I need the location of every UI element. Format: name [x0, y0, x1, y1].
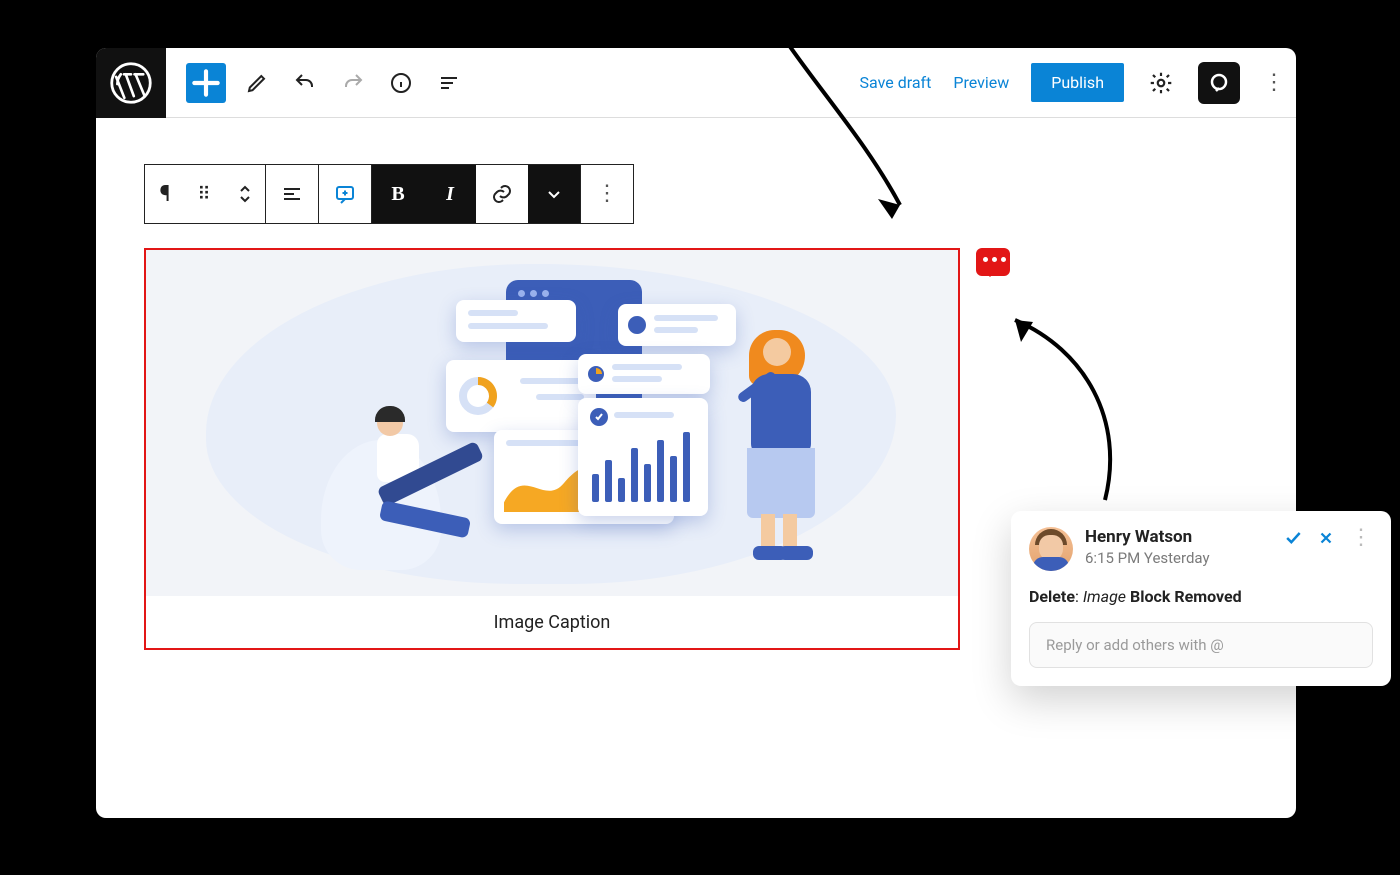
- comment-body: Delete: Image Block Removed: [1029, 587, 1373, 606]
- link-button[interactable]: [476, 165, 528, 223]
- comment-block-type: Image: [1083, 587, 1126, 606]
- comment-popup: Henry Watson 6:15 PM Yesterday ⋮ Delete:…: [1011, 511, 1391, 686]
- topbar-left-group: [186, 63, 466, 103]
- image-content: [146, 250, 958, 596]
- wordpress-logo[interactable]: [96, 48, 166, 118]
- image-caption[interactable]: Image Caption: [146, 596, 958, 648]
- link-icon: [490, 182, 514, 206]
- drag-handle[interactable]: ⠿: [185, 165, 225, 223]
- comment-more-button[interactable]: ⋮: [1349, 527, 1373, 549]
- chevron-updown-icon: [233, 182, 257, 206]
- plus-icon: [186, 63, 226, 103]
- block-toolbar: ¶ ⠿ B I: [144, 164, 634, 224]
- add-block-button[interactable]: [186, 63, 226, 103]
- redo-icon: [341, 71, 365, 95]
- bold-icon: B: [391, 183, 404, 206]
- preview-button[interactable]: Preview: [953, 73, 1009, 92]
- editor-topbar: Save draft Preview Publish ⋮: [96, 48, 1296, 118]
- comment-timestamp: 6:15 PM Yesterday: [1085, 549, 1210, 567]
- comment-indicator[interactable]: [976, 248, 1010, 276]
- pilcrow-icon: ¶: [160, 182, 171, 207]
- italic-button[interactable]: I: [424, 165, 476, 223]
- info-icon: [389, 71, 413, 95]
- comment-action: Delete: [1029, 587, 1075, 606]
- plugin-button[interactable]: [1198, 62, 1240, 104]
- add-comment-button[interactable]: [319, 165, 371, 223]
- editor-window: Save draft Preview Publish ⋮ ¶ ⠿: [96, 48, 1296, 818]
- move-updown-button[interactable]: [225, 165, 265, 223]
- settings-button[interactable]: [1146, 68, 1176, 98]
- topbar-right-group: Save draft Preview Publish ⋮: [860, 62, 1286, 104]
- close-icon[interactable]: [1317, 529, 1335, 547]
- undo-button[interactable]: [288, 66, 322, 100]
- list-view-button[interactable]: [432, 66, 466, 100]
- comment-author: Henry Watson: [1085, 527, 1210, 547]
- chevron-down-icon: [542, 182, 566, 206]
- gear-icon: [1148, 70, 1174, 96]
- comment-plus-icon: [333, 182, 357, 206]
- resolve-check-icon[interactable]: [1283, 528, 1303, 548]
- bold-button[interactable]: B: [372, 165, 424, 223]
- undo-icon: [293, 71, 317, 95]
- edit-tool-button[interactable]: [240, 66, 274, 100]
- drag-icon: ⠿: [197, 184, 212, 205]
- paragraph-block-button[interactable]: ¶: [145, 165, 185, 223]
- chat-bubble-icon: [1207, 71, 1231, 95]
- outline-icon: [437, 71, 461, 95]
- redo-button[interactable]: [336, 66, 370, 100]
- save-draft-button[interactable]: Save draft: [860, 73, 932, 92]
- reply-input[interactable]: Reply or add others with @: [1029, 622, 1373, 668]
- italic-icon: I: [446, 183, 454, 206]
- reply-placeholder: Reply or add others with @: [1046, 636, 1224, 654]
- comment-suffix: Block Removed: [1126, 587, 1242, 606]
- more-options-button[interactable]: ⋮: [1262, 72, 1286, 94]
- block-more-button[interactable]: ⋮: [581, 165, 633, 223]
- kebab-icon: ⋮: [595, 183, 619, 205]
- more-formatting-button[interactable]: [528, 165, 580, 223]
- avatar: [1029, 527, 1073, 571]
- document-info-button[interactable]: [384, 66, 418, 100]
- wordpress-icon: [110, 62, 152, 104]
- align-button[interactable]: [266, 165, 318, 223]
- publish-button[interactable]: Publish: [1031, 63, 1124, 102]
- pencil-icon: [245, 71, 269, 95]
- align-left-icon: [280, 182, 304, 206]
- image-block-selected[interactable]: Image Caption: [144, 248, 960, 650]
